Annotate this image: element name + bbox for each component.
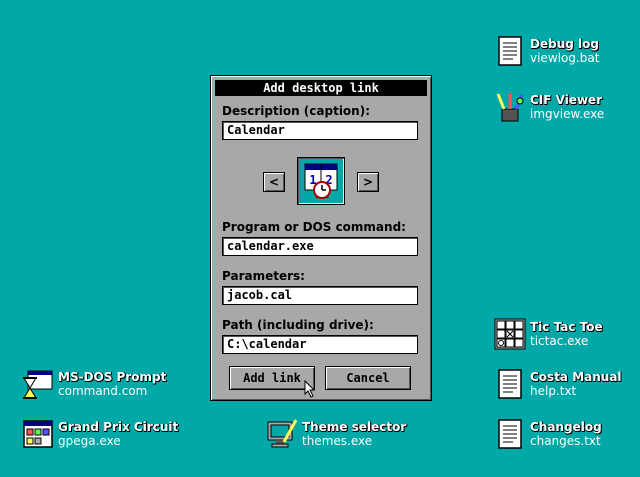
document-icon [498,419,522,449]
description-input[interactable]: Calendar [222,121,418,140]
desktop-link-title: MS-DOS Prompt [58,370,167,384]
program-label: Program or DOS command: [222,220,406,234]
desktop-link-costa-manual[interactable]: Costa Manual help.txt [494,368,622,400]
program-window-icon [23,420,53,448]
parameters-label: Parameters: [222,269,305,283]
desktop-link-file: themes.exe [302,434,373,448]
desktop-link-title: Changelog [530,420,602,434]
path-label: Path (including drive): [222,318,374,332]
desktop-link-changelog[interactable]: Changelog changes.txt [494,418,602,450]
document-icon [498,369,522,399]
document-icon [498,36,522,66]
desktop-link-file: viewlog.bat [530,51,600,65]
desktop-link-title: CIF Viewer [530,93,603,107]
paint-brushes-icon [496,93,524,122]
cancel-button[interactable]: Cancel [325,366,411,390]
monitor-paint-icon [267,419,298,448]
desktop-link-file: changes.txt [530,434,601,448]
desktop-link-file: help.txt [530,384,577,398]
desktop-link-theme-selector[interactable]: Theme selector themes.exe [266,418,406,450]
program-input[interactable]: calendar.exe [222,237,418,256]
tic-tac-toe-icon [494,318,526,350]
description-label: Description (caption): [222,104,370,118]
path-input[interactable]: C:\calendar [222,335,418,354]
desktop-link-title: Theme selector [302,420,407,434]
desktop-link-grand-prix-circuit[interactable]: Grand Prix Circuit gpega.exe [22,418,178,450]
calendar-icon: 1 2 [304,163,338,199]
desktop-link-file: tictac.exe [530,334,589,348]
desktop-link-file: gpega.exe [58,434,121,448]
add-desktop-link-dialog: Add desktop link Description (caption): … [210,75,432,401]
add-link-button[interactable]: Add link [229,366,315,390]
desktop-link-debug-log[interactable]: Debug log viewlog.bat [494,35,599,67]
desktop-link-cif-viewer[interactable]: CIF Viewer imgview.exe [494,91,604,123]
icon-preview: 1 2 [297,157,345,205]
desktop-link-title: Debug log [530,37,599,51]
hourglass-window-icon [23,370,53,399]
desktop-link-title: Grand Prix Circuit [58,420,179,434]
desktop-link-title: Costa Manual [530,370,622,384]
mouse-cursor-icon [304,380,316,398]
desktop-link-tic-tac-toe[interactable]: Tic Tac Toe tictac.exe [494,318,603,350]
next-icon-button[interactable]: > [357,172,379,192]
dialog-title: Add desktop link [215,80,427,96]
desktop-link-file: imgview.exe [530,107,605,121]
previous-icon-button[interactable]: < [263,172,285,192]
parameters-input[interactable]: jacob.cal [222,286,418,305]
desktop-link-title: Tic Tac Toe [530,320,603,334]
desktop-link-ms-dos-prompt[interactable]: MS-DOS Prompt command.com [22,368,166,400]
desktop-link-file: command.com [58,384,148,398]
